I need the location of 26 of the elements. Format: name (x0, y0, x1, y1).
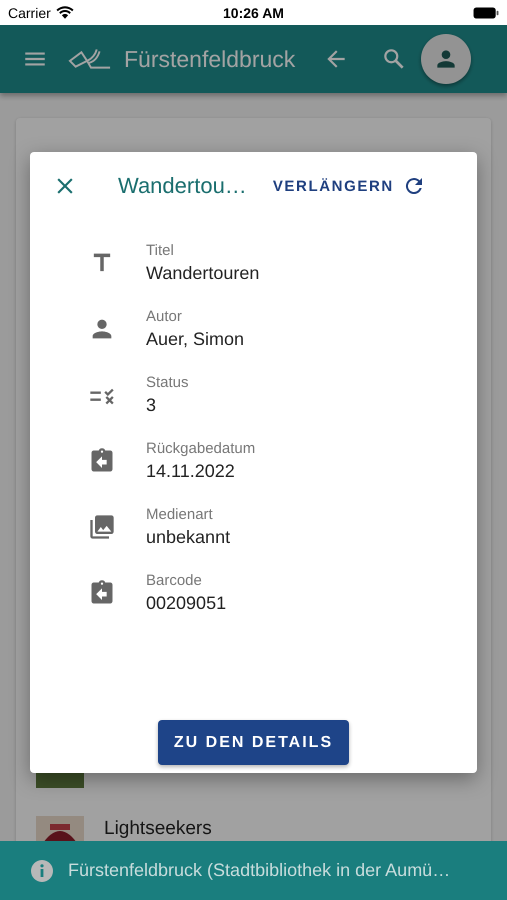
field-label: Barcode (146, 572, 203, 589)
details-button[interactable]: ZU DEN DETAILS (158, 720, 349, 765)
field-value: 00209051 (146, 593, 226, 614)
field-label: Status (146, 374, 189, 391)
dialog-title: Wandertou… (118, 173, 247, 199)
book-logo-icon (68, 47, 112, 71)
app-title: Fürstenfeldbruck (124, 46, 296, 72)
carrier-label: Carrier (8, 4, 51, 20)
photo-library-icon (88, 513, 116, 541)
field-label: Titel (146, 242, 175, 259)
field-value: Wandertouren (146, 263, 260, 284)
wifi-icon (56, 6, 74, 19)
field-value: 3 (146, 395, 158, 416)
clock-time: 10:26 AM (223, 4, 284, 20)
battery-icon (473, 6, 499, 18)
field-label: Rückgabedatum (146, 440, 256, 457)
book-title[interactable]: Lightseekers (104, 818, 212, 840)
field-value: Auer, Simon (146, 329, 244, 350)
info-icon (30, 858, 54, 882)
renew-button[interactable]: VERLÄNGERN (272, 174, 426, 198)
field-value: 14.11.2022 (146, 461, 236, 482)
field-label: Autor (146, 308, 183, 325)
field-value: unbekannt (146, 527, 230, 548)
info-text: Fürstenfeldbruck (Stadtbibliothek in der Aumü… (68, 860, 450, 881)
field-label: Medienart (146, 506, 214, 523)
account-avatar[interactable] (421, 34, 472, 84)
